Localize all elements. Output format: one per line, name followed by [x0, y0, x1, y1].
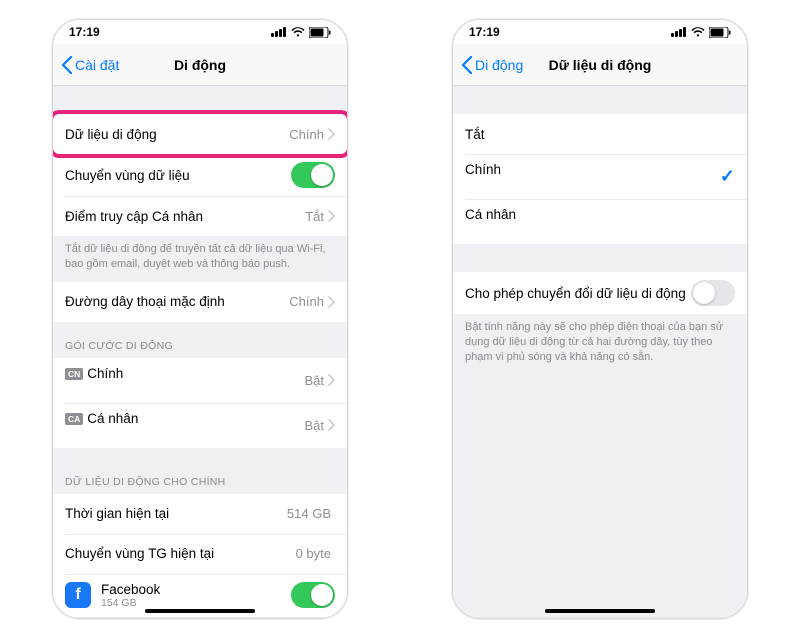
nav-bar: Di động Dữ liệu di động — [453, 44, 747, 86]
plan-row-0[interactable]: CNChính Bật — [53, 358, 347, 403]
option-off-row[interactable]: Tắt — [453, 114, 747, 154]
settings-list[interactable]: Tắt Chính ✓ Cá nhân — [453, 86, 747, 618]
back-button[interactable]: Di động — [461, 56, 523, 74]
option-label: Cá nhân — [465, 207, 735, 236]
signal-icon — [271, 27, 287, 37]
app-label: Facebook 154 GB — [101, 582, 291, 609]
status-bar: 17:19 — [53, 20, 347, 44]
plan-label: CNChính — [65, 366, 304, 395]
checkmark-icon: ✓ — [720, 166, 735, 187]
battery-icon — [309, 27, 331, 38]
status-time: 17:19 — [469, 25, 500, 39]
option-primary-row[interactable]: Chính ✓ — [453, 154, 747, 199]
option-label: Tắt — [465, 127, 735, 142]
personal-hotspot-label: Điểm truy cập Cá nhân — [65, 209, 305, 224]
chevron-left-icon — [461, 56, 473, 74]
status-icons — [271, 27, 331, 38]
back-button[interactable]: Cài đặt — [61, 56, 119, 74]
current-period-row: Thời gian hiện tại 514 GB — [53, 494, 347, 534]
current-period-label: Thời gian hiện tại — [65, 506, 287, 521]
sim-badge: CA — [65, 413, 83, 425]
chevron-right-icon — [328, 374, 335, 386]
allow-switch-note: Bật tính năng này sẽ cho phép điện thoại… — [453, 314, 747, 375]
signal-icon — [671, 27, 687, 37]
chevron-right-icon — [328, 296, 335, 308]
battery-icon — [709, 27, 731, 38]
status-bar: 17:19 — [453, 20, 747, 44]
cellular-data-value: Chính — [289, 127, 324, 142]
data-roaming-label: Chuyển vùng dữ liệu — [65, 168, 291, 183]
status-time: 17:19 — [69, 25, 100, 39]
chevron-right-icon — [328, 419, 335, 431]
app-toggle[interactable] — [291, 582, 335, 608]
option-label: Chính — [465, 162, 720, 191]
usage-header: DỮ LIỆU DI ĐỘNG CHO CHÍNH — [53, 448, 347, 494]
roaming-period-label: Chuyển vùng TG hiện tại — [65, 546, 296, 561]
option-personal-row[interactable]: Cá nhân — [453, 199, 747, 244]
wifi-icon — [291, 27, 305, 37]
personal-hotspot-value: Tắt — [305, 209, 324, 224]
status-icons — [671, 27, 731, 38]
allow-switch-label: Cho phép chuyển đổi dữ liệu di động — [465, 286, 691, 301]
default-voice-value: Chính — [289, 294, 324, 309]
roaming-period-value: 0 byte — [296, 546, 331, 561]
nav-bar: Cài đặt Di động — [53, 44, 347, 86]
chevron-right-icon — [328, 210, 335, 222]
phone-left: 17:19 Cài đặt Di động Dữ liệu di động Ch… — [52, 19, 348, 619]
home-indicator[interactable] — [545, 609, 655, 613]
plans-header: GÓI CƯỚC DI ĐỘNG — [53, 322, 347, 358]
option-sub — [465, 224, 735, 236]
wifi-icon — [691, 27, 705, 37]
allow-switch-row[interactable]: Cho phép chuyển đổi dữ liệu di động — [453, 272, 747, 314]
plan-label: CACá nhân — [65, 411, 304, 440]
sim-badge: CN — [65, 368, 83, 380]
cellular-data-label: Dữ liệu di động — [65, 127, 289, 142]
facebook-icon: f — [65, 582, 91, 608]
default-voice-row[interactable]: Đường dây thoại mặc định Chính — [53, 282, 347, 322]
option-sub — [465, 179, 720, 191]
plan-sub — [65, 428, 304, 440]
back-label: Cài đặt — [75, 57, 119, 73]
plan-value: Bật — [304, 373, 324, 388]
phone-right: 17:19 Di động Dữ liệu di động Tắt Chính — [452, 19, 748, 619]
allow-switch-toggle[interactable] — [691, 280, 735, 306]
back-label: Di động — [475, 57, 523, 73]
current-period-value: 514 GB — [287, 506, 331, 521]
plan-value: Bật — [304, 418, 324, 433]
plan-row-1[interactable]: CACá nhân Bật — [53, 403, 347, 448]
data-roaming-row[interactable]: Chuyển vùng dữ liệu — [53, 154, 347, 196]
cellular-data-row[interactable]: Dữ liệu di động Chính — [53, 114, 347, 154]
default-voice-label: Đường dây thoại mặc định — [65, 294, 289, 309]
chevron-left-icon — [61, 56, 73, 74]
plan-sub — [65, 383, 304, 395]
home-indicator[interactable] — [145, 609, 255, 613]
personal-hotspot-row[interactable]: Điểm truy cập Cá nhân Tắt — [53, 196, 347, 236]
cellular-note: Tắt dữ liệu di động để truyền tất cả dữ … — [53, 236, 347, 282]
app-usage-row[interactable]: Instagram 122 GB — [53, 617, 347, 618]
settings-list[interactable]: Dữ liệu di động Chính Chuyển vùng dữ liệ… — [53, 86, 347, 618]
roaming-period-row: Chuyển vùng TG hiện tại 0 byte — [53, 534, 347, 574]
chevron-right-icon — [328, 128, 335, 140]
data-roaming-toggle[interactable] — [291, 162, 335, 188]
